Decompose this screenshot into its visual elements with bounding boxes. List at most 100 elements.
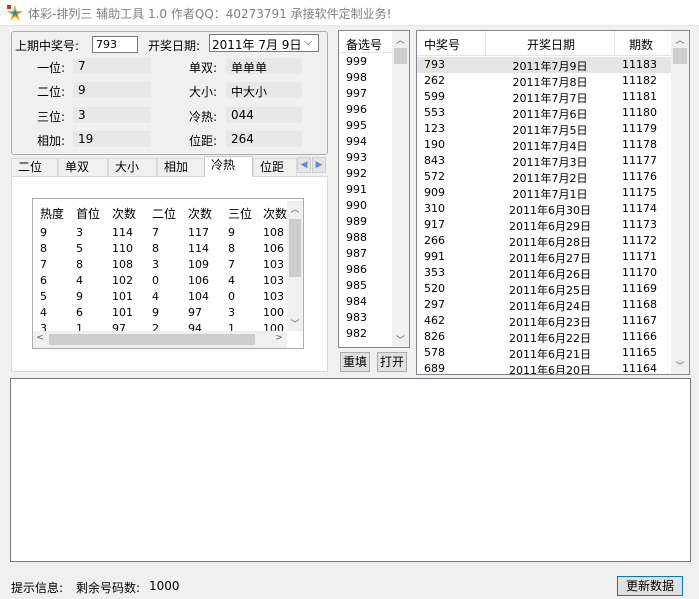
output-textarea[interactable]	[10, 378, 691, 562]
table-cell: 11177	[622, 154, 657, 167]
column-header[interactable]: 二位	[152, 205, 176, 222]
list-item[interactable]: 997	[346, 87, 367, 100]
table-cell: 6	[40, 274, 47, 287]
list-item[interactable]: 991	[346, 183, 367, 196]
last-number-input[interactable]	[92, 36, 138, 53]
list-item[interactable]: 984	[346, 295, 367, 308]
column-header[interactable]: 次数	[188, 205, 212, 222]
scroll-thumb[interactable]	[289, 219, 301, 277]
table-cell: 7	[228, 258, 235, 271]
table-row[interactable]: 262 2011年7月8日 11182	[417, 73, 671, 89]
table-row[interactable]: 6 4 102 0 106 4 103	[33, 273, 287, 289]
table-row[interactable]: 689 2011年6月20日 11164	[417, 361, 671, 374]
list-item[interactable]: 990	[346, 199, 367, 212]
table-row[interactable]: 8 5 110 8 114 8 106	[33, 241, 287, 257]
list-item[interactable]: 996	[346, 103, 367, 116]
list-item[interactable]: 985	[346, 279, 367, 292]
scroll-thumb[interactable]	[673, 48, 687, 64]
results-vscroll[interactable]: ︿ ﹀	[671, 31, 689, 374]
heat-table[interactable]: 热度 首位 次数 二位 次数 三位 次数 9 3 114 7 117 9 108 8 5 110 8…	[32, 198, 304, 349]
table-row[interactable]: 826 2011年6月22日 11166	[417, 329, 671, 345]
column-header[interactable]: 次数	[263, 205, 287, 222]
tab-label: 冷热	[211, 158, 236, 172]
scroll-up-icon[interactable]: ︿	[671, 33, 689, 46]
table-cell: 123	[424, 122, 445, 135]
table-row[interactable]: 7 8 108 3 109 7 103	[33, 257, 287, 273]
scroll-down-icon[interactable]: ﹀	[671, 359, 689, 372]
scroll-down-icon[interactable]: ﹀	[392, 333, 409, 346]
table-row[interactable]: 123 2011年7月5日 11179	[417, 121, 671, 137]
draw-date-picker[interactable]: 2011年 7月 9日 ⌵	[209, 34, 319, 52]
tab-distance[interactable]: 位距	[253, 158, 297, 176]
table-row[interactable]: 843 2011年7月3日 11177	[417, 153, 671, 169]
scroll-up-icon[interactable]: ︿	[287, 202, 303, 215]
tab-sum[interactable]: 相加	[157, 158, 205, 176]
table-row[interactable]: 9 3 114 7 117 9 108	[33, 225, 287, 241]
list-item[interactable]: 983	[346, 311, 367, 324]
table-row[interactable]: 353 2011年6月26日 11170	[417, 265, 671, 281]
table-row[interactable]: 793 2011年7月9日 11183	[417, 57, 671, 73]
tab-label: 二位	[18, 160, 43, 174]
heat-table-hscroll[interactable]: < >	[33, 331, 287, 348]
scroll-down-icon[interactable]: ﹀	[287, 317, 303, 330]
table-cell: 689	[424, 362, 445, 374]
table-row[interactable]: 310 2011年6月30日 11174	[417, 201, 671, 217]
heat-table-vscroll[interactable]: ︿ ﹀	[287, 201, 303, 331]
list-item[interactable]: 982	[346, 327, 367, 340]
column-header[interactable]: 开奖日期	[527, 36, 575, 53]
table-row[interactable]: 462 2011年6月23日 11167	[417, 313, 671, 329]
table-row[interactable]: 190 2011年7月4日 11178	[417, 137, 671, 153]
tab-odd-even[interactable]: 单双	[58, 158, 108, 176]
refill-button[interactable]: 重填	[340, 352, 370, 372]
results-header-row: 中奖号 开奖日期 期数	[417, 31, 671, 56]
column-header[interactable]: 期数	[629, 36, 653, 53]
table-row[interactable]: 4 6 101 9 97 3 100	[33, 305, 287, 321]
list-item[interactable]: 999	[346, 55, 367, 68]
column-header[interactable]: 次数	[112, 205, 136, 222]
backup-list-vscroll[interactable]: ︿ ﹀	[392, 31, 409, 347]
scroll-right-icon[interactable]: >	[273, 333, 285, 343]
tab-scroll-left-icon[interactable]: ◀	[297, 157, 311, 173]
stat-value-distance: 264	[231, 132, 254, 146]
column-header[interactable]: 首位	[76, 205, 100, 222]
table-row[interactable]: 599 2011年7月7日 11181	[417, 89, 671, 105]
list-item[interactable]: 989	[346, 215, 367, 228]
table-row[interactable]: 553 2011年7月6日 11180	[417, 105, 671, 121]
open-button[interactable]: 打开	[377, 352, 407, 372]
chevron-down-icon[interactable]: ⌵	[304, 35, 312, 49]
table-row[interactable]: 297 2011年6月24日 11168	[417, 297, 671, 313]
column-header[interactable]: 热度	[40, 205, 64, 222]
table-row[interactable]: 5 9 101 4 104 0 103	[33, 289, 287, 305]
scroll-up-icon[interactable]: ︿	[392, 33, 409, 46]
tab-scroll-right-icon[interactable]: ▶	[312, 157, 326, 173]
table-cell: 520	[424, 282, 445, 295]
backup-list-items: 999 998 997 996 995 994 993 992 991 990 989 988 987 9…	[339, 54, 392, 347]
list-item[interactable]: 995	[346, 119, 367, 132]
table-row[interactable]: 266 2011年6月28日 11172	[417, 233, 671, 249]
table-row[interactable]: 572 2011年7月2日 11176	[417, 169, 671, 185]
table-row[interactable]: 917 2011年6月29日 11173	[417, 217, 671, 233]
draw-results-list[interactable]: 中奖号 开奖日期 期数 793 2011年7月9日 11183 262 2011年7月8…	[416, 30, 690, 375]
column-header[interactable]: 三位	[228, 205, 252, 222]
table-row[interactable]: 578 2011年6月21日 11165	[417, 345, 671, 361]
column-header[interactable]: 中奖号	[424, 36, 460, 53]
backup-list[interactable]: 备选号 999 998 997 996 995 994 993 992 991 990 989 988…	[338, 30, 410, 348]
heat-table-rows: 9 3 114 7 117 9 108 8 5 110 8 114 8 106 7 8 108 3 109 7 103 6…	[33, 225, 287, 332]
table-row[interactable]: 520 2011年6月25日 11169	[417, 281, 671, 297]
list-item[interactable]: 988	[346, 231, 367, 244]
list-item[interactable]: 994	[346, 135, 367, 148]
scroll-thumb[interactable]	[49, 334, 255, 345]
list-item[interactable]: 993	[346, 151, 367, 164]
tab-second-digit[interactable]: 二位	[11, 158, 58, 176]
scroll-thumb[interactable]	[394, 48, 407, 64]
table-row[interactable]: 991 2011年6月27日 11171	[417, 249, 671, 265]
update-data-button[interactable]: 更新数据	[617, 576, 683, 596]
list-item[interactable]: 992	[346, 167, 367, 180]
list-item[interactable]: 987	[346, 247, 367, 260]
list-item[interactable]: 986	[346, 263, 367, 276]
scroll-left-icon[interactable]: <	[34, 333, 46, 343]
table-row[interactable]: 909 2011年7月1日 11175	[417, 185, 671, 201]
list-item[interactable]: 998	[346, 71, 367, 84]
tab-size[interactable]: 大小	[108, 158, 157, 176]
tab-hot-cold[interactable]: 冷热	[204, 156, 253, 177]
